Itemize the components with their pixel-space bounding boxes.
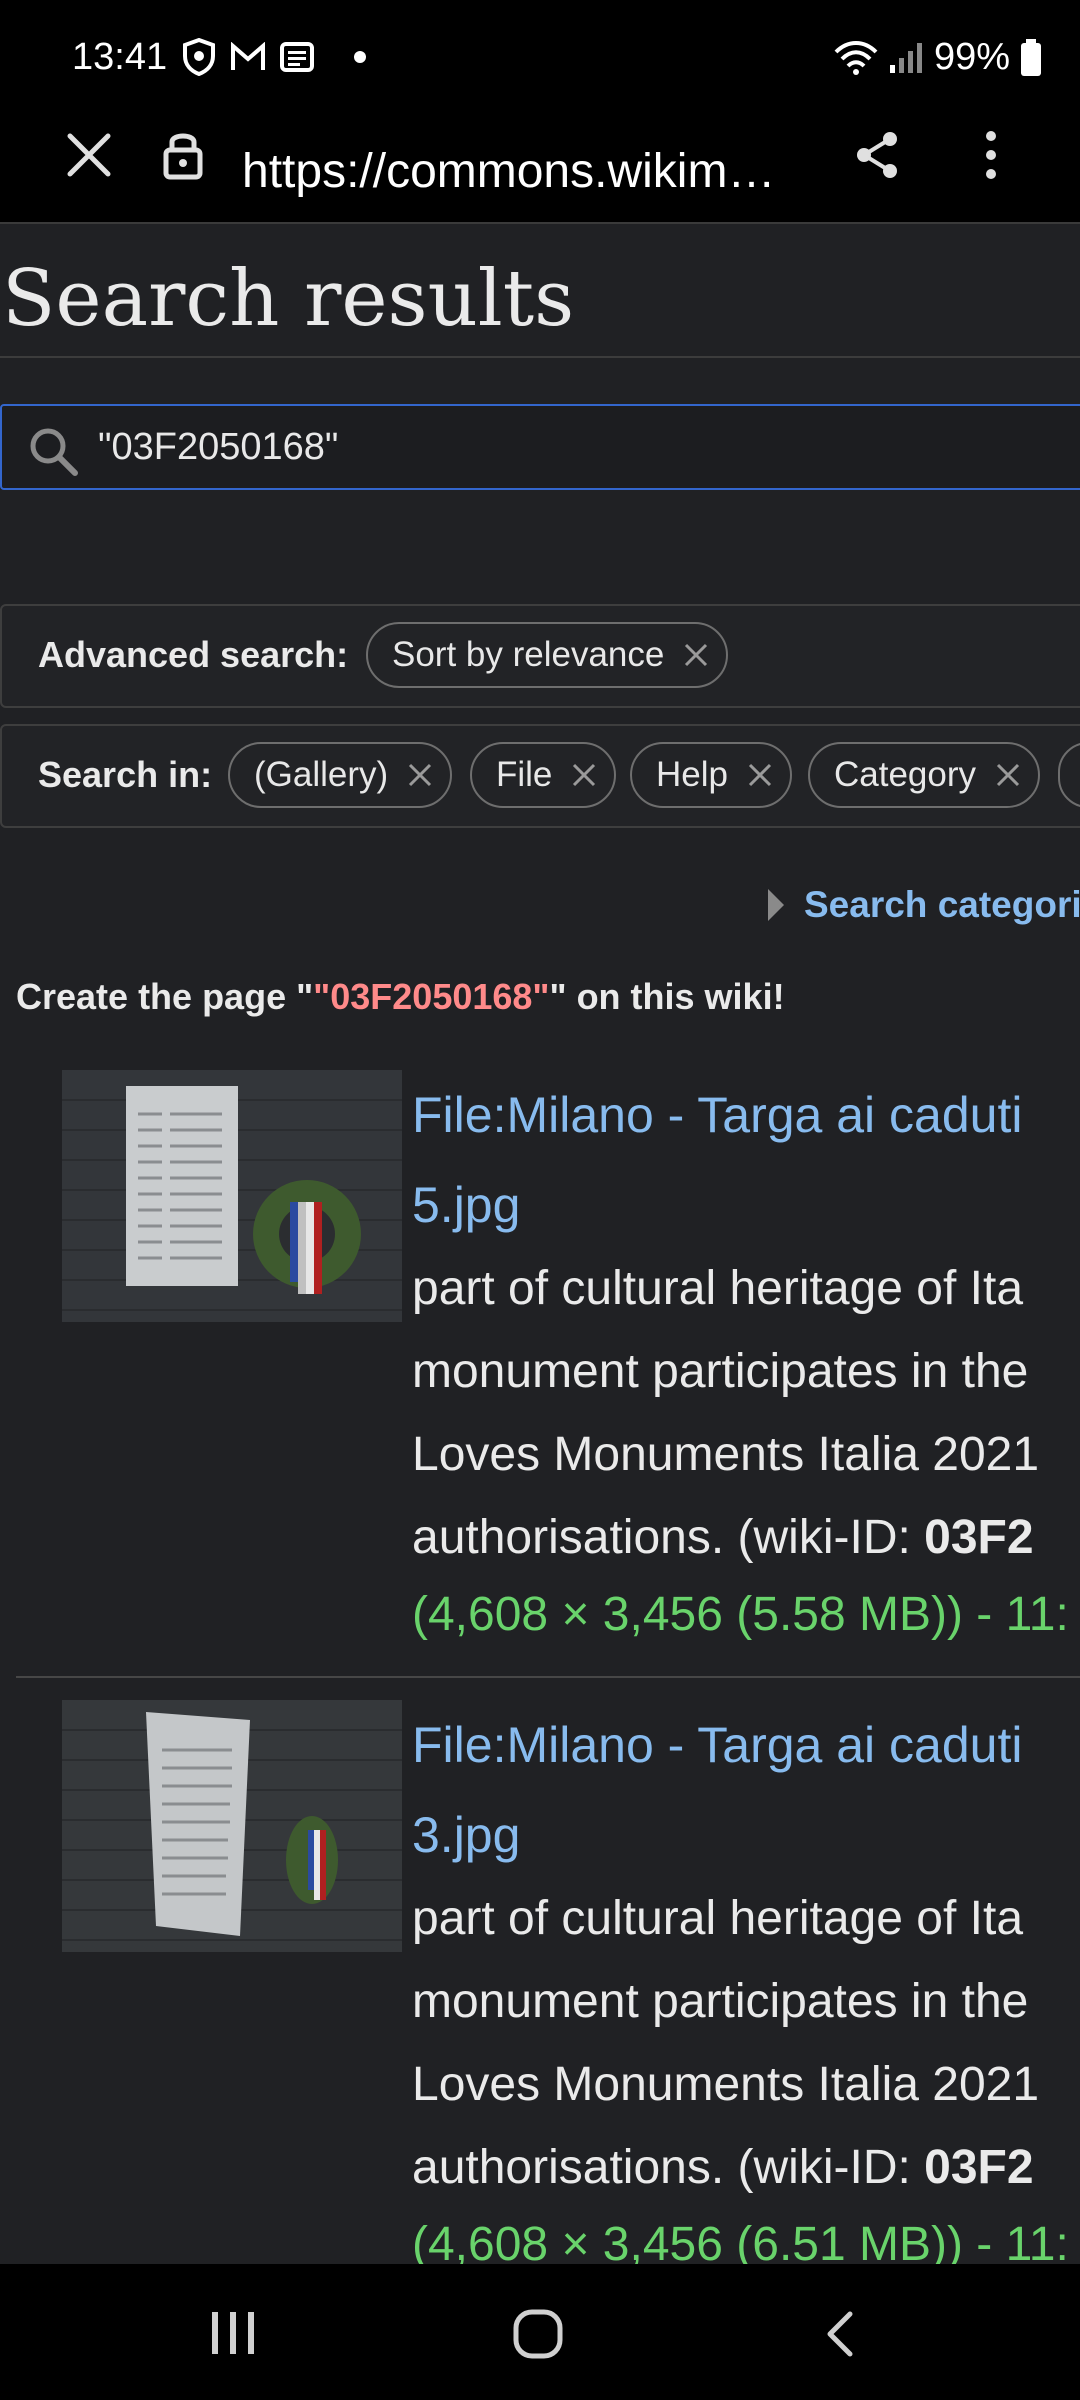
back-icon[interactable] bbox=[824, 2310, 856, 2358]
lock-icon[interactable] bbox=[162, 128, 204, 180]
recents-icon[interactable] bbox=[210, 2310, 258, 2356]
search-icon bbox=[30, 428, 78, 476]
url-text[interactable]: https://commons.wikim… bbox=[242, 144, 775, 199]
status-icons bbox=[182, 38, 366, 76]
close-icon[interactable] bbox=[406, 761, 434, 789]
namespace-chip-category[interactable]: Category bbox=[808, 742, 1041, 808]
page-title: Search results bbox=[2, 254, 575, 344]
result-desc-line: authorisations. (wiki-ID: 03F2 bbox=[412, 1496, 1034, 1579]
create-page-notice: Create the page ""03F2050168"" on this w… bbox=[16, 976, 785, 1018]
page-content: Search results "03F2050168" Advanced sea… bbox=[0, 224, 1080, 2264]
gmail-icon bbox=[231, 42, 265, 70]
namespace-chip-gallery[interactable]: (Gallery) bbox=[228, 742, 453, 808]
result-desc-line: monument participates in the bbox=[412, 1345, 1029, 1398]
status-right: 99% bbox=[834, 36, 1042, 79]
result-title-line[interactable]: File:Milano - Targa ai caduti bbox=[412, 1070, 1022, 1160]
namespace-chip-overflow[interactable] bbox=[1058, 742, 1080, 808]
result-desc-line: part of cultural heritage of Ita bbox=[412, 1892, 1024, 1945]
system-nav-bar bbox=[0, 2264, 1080, 2400]
close-icon[interactable] bbox=[994, 761, 1022, 789]
share-icon[interactable] bbox=[854, 130, 900, 180]
chip-label: File bbox=[496, 755, 553, 794]
close-icon[interactable] bbox=[66, 132, 112, 178]
search-categories-toggle[interactable]: Search categori bbox=[766, 884, 1080, 926]
desc-highlight: 03F2 bbox=[924, 1511, 1034, 1564]
battery-icon bbox=[1021, 38, 1041, 76]
chip-label: (Gallery) bbox=[254, 755, 389, 794]
result-title-line[interactable]: 3.jpg bbox=[412, 1790, 520, 1880]
result-separator bbox=[16, 1676, 1080, 1678]
create-suffix: " on this wiki! bbox=[549, 976, 785, 1017]
result-desc-line: monument participates in the bbox=[412, 1975, 1029, 2028]
result-title-line[interactable]: 5.jpg bbox=[412, 1160, 520, 1250]
title-divider bbox=[0, 356, 1080, 358]
desc-text: authorisations. (wiki-ID: bbox=[412, 2141, 925, 2194]
more-vert-icon[interactable] bbox=[984, 130, 998, 180]
search-input[interactable]: "03F2050168" bbox=[0, 404, 1080, 490]
desc-text: authorisations. (wiki-ID: bbox=[412, 1511, 925, 1564]
triangle-right-icon bbox=[768, 889, 784, 921]
close-icon[interactable] bbox=[570, 761, 598, 789]
namespace-chip-file[interactable]: File bbox=[470, 742, 617, 808]
status-time: 13:41 bbox=[72, 36, 168, 78]
result-thumbnail[interactable] bbox=[62, 1070, 402, 1322]
result-desc-line: authorisations. (wiki-ID: 03F2 bbox=[412, 2126, 1034, 2209]
sort-chip[interactable]: Sort by relevance bbox=[366, 622, 729, 688]
chip-label: Help bbox=[656, 755, 728, 794]
close-icon[interactable] bbox=[746, 761, 774, 789]
home-icon[interactable] bbox=[512, 2308, 564, 2360]
namespace-chip-help[interactable]: Help bbox=[630, 742, 792, 808]
result-desc-line: Loves Monuments Italia 2021 bbox=[412, 1428, 1040, 1481]
search-query: "03F2050168" bbox=[98, 426, 339, 468]
search-in-label: Search in: bbox=[38, 754, 213, 795]
close-icon[interactable] bbox=[682, 641, 710, 669]
battery-percent: 99% bbox=[933, 36, 1010, 78]
result-desc-line: Loves Monuments Italia 2021 bbox=[412, 2058, 1040, 2111]
result-meta: (4,608 × 3,456 (6.51 MB)) - 11: bbox=[412, 2218, 1069, 2264]
result-meta: (4,608 × 3,456 (5.58 MB)) - 11: bbox=[412, 1588, 1069, 1641]
signal-icon bbox=[889, 42, 922, 73]
browser-toolbar: https://commons.wikim… bbox=[0, 120, 1080, 224]
desc-highlight: 03F2 bbox=[924, 2141, 1034, 2194]
result-title-line[interactable]: File:Milano - Targa ai caduti bbox=[412, 1700, 1022, 1790]
result-thumbnail[interactable] bbox=[62, 1700, 402, 1952]
news-icon bbox=[280, 42, 314, 72]
create-prefix: Create the page " bbox=[16, 976, 314, 1017]
search-in-panel: Search in: (Gallery) File Help Category bbox=[0, 724, 1080, 828]
result-desc-line: part of cultural heritage of Ita bbox=[412, 1262, 1024, 1315]
notification-dot bbox=[354, 51, 366, 63]
status-bar: 13:41 99% bbox=[0, 0, 1080, 120]
advanced-search-panel: Advanced search: Sort by relevance bbox=[0, 604, 1080, 708]
advanced-search-label: Advanced search: bbox=[38, 634, 349, 675]
search-categories-label: Search categori bbox=[804, 884, 1080, 925]
shield-icon bbox=[183, 38, 215, 76]
sort-chip-label: Sort by relevance bbox=[392, 635, 665, 674]
chip-label: Category bbox=[834, 755, 977, 794]
wifi-icon bbox=[834, 40, 878, 75]
create-page-link[interactable]: "03F2050168" bbox=[313, 976, 549, 1017]
